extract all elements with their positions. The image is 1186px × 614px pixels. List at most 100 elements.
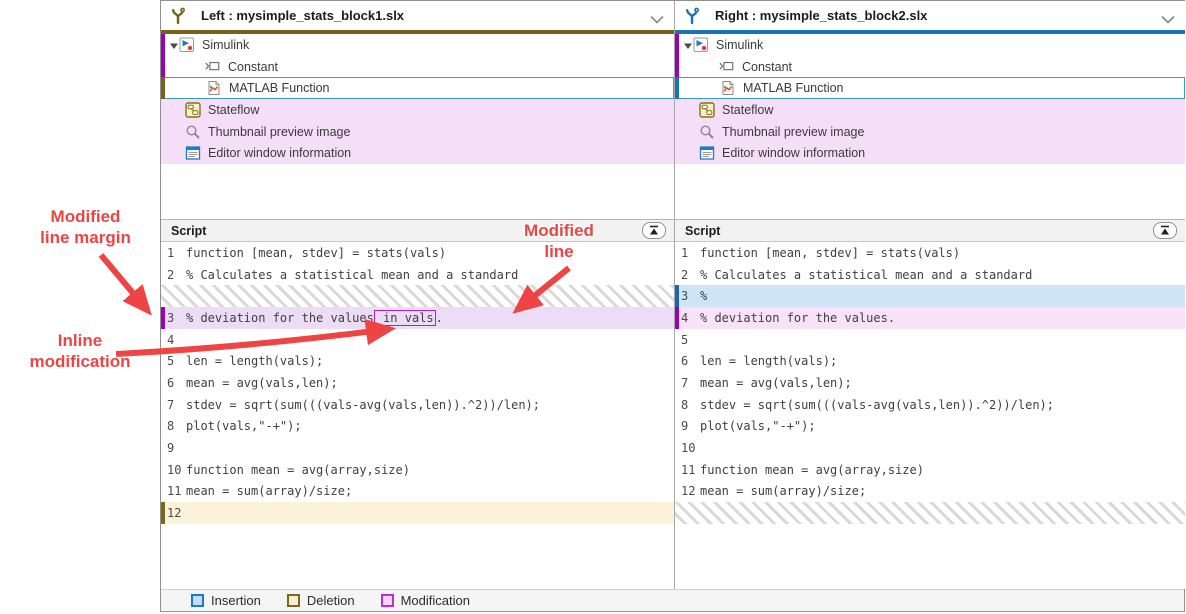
code-text: function [mean, stdev] = stats(vals) — [186, 246, 446, 260]
tree-item-label: MATLAB Function — [743, 81, 844, 95]
right-file-title: Right : mysimple_stats_block2.slx — [715, 8, 927, 23]
line-number: 5 — [167, 354, 186, 368]
annotation-text-line: line — [498, 241, 620, 262]
line-number: 1 — [167, 246, 186, 260]
tree-item-matlab-function[interactable]: MATLAB Function — [161, 77, 674, 99]
tree-item-editor-window-information[interactable]: Editor window information — [161, 142, 674, 164]
stateflow-icon — [185, 102, 201, 118]
collapse-section-button[interactable] — [1153, 222, 1177, 239]
code-line-12[interactable]: 12mean = sum(array)/size; — [675, 481, 1185, 503]
tree-item-thumbnail-preview-image[interactable]: Thumbnail preview image — [675, 121, 1185, 143]
code-line-9[interactable]: 9plot(vals,"-+"); — [675, 416, 1185, 438]
selected-item-margin — [161, 77, 165, 99]
code-line-3[interactable]: 3% deviation for the values in vals. — [161, 307, 674, 329]
magnifier-icon — [185, 124, 201, 140]
left-file-selector[interactable]: Left : mysimple_stats_block1.slx — [161, 1, 674, 30]
code-line-4[interactable]: 4% deviation for the values. — [675, 307, 1185, 329]
code-line-2[interactable]: 2% Calculates a statistical mean and a s… — [675, 264, 1185, 286]
tree-item-label: Simulink — [202, 38, 249, 52]
code-line-1[interactable]: 1function [mean, stdev] = stats(vals) — [675, 242, 1185, 264]
chevron-down-icon[interactable] — [1161, 11, 1175, 20]
code-text: plot(vals,"-+"); — [186, 419, 302, 433]
modified-line-margin — [161, 307, 165, 329]
line-number: 8 — [167, 419, 186, 433]
code-line-6[interactable]: 6len = length(vals); — [675, 350, 1185, 372]
line-number: 10 — [167, 463, 186, 477]
annotation-text-line: Modified — [8, 206, 163, 227]
line-number: 12 — [681, 484, 700, 498]
tree-item-simulink[interactable]: Simulink — [161, 34, 674, 56]
line-number: 4 — [681, 311, 700, 325]
line-number: 12 — [167, 506, 186, 520]
tree-item-label: Editor window information — [722, 146, 865, 160]
line-number: 2 — [681, 268, 700, 282]
line-number: 9 — [167, 441, 186, 455]
code-text: function mean = avg(array,size) — [186, 463, 410, 477]
tree-item-label: Stateflow — [208, 103, 259, 117]
comparison-app-window: Left : mysimple_stats_block1.slx Simulin… — [160, 0, 1185, 612]
expand-arrow-icon[interactable] — [683, 40, 693, 50]
line-number: 1 — [681, 246, 700, 260]
code-line-3[interactable]: 3% — [675, 285, 1185, 307]
tree-item-stateflow[interactable]: Stateflow — [161, 99, 674, 121]
modification-swatch-icon — [381, 594, 394, 607]
right-code-area: 1function [mean, stdev] = stats(vals)2% … — [675, 242, 1185, 524]
deletion-swatch-icon — [287, 594, 300, 607]
code-line-5[interactable]: 5len = length(vals); — [161, 350, 674, 372]
tree-item-matlab-function[interactable]: MATLAB Function — [675, 77, 1185, 99]
code-line-2[interactable]: 2% Calculates a statistical mean and a s… — [161, 264, 674, 286]
code-line-7[interactable]: 7mean = avg(vals,len); — [675, 372, 1185, 394]
tree-item-label: Constant — [228, 60, 278, 74]
code-line-10[interactable]: 10 — [675, 437, 1185, 459]
line-number: 5 — [681, 333, 700, 347]
line-number: 4 — [167, 333, 186, 347]
tree-item-label: Thumbnail preview image — [208, 125, 350, 139]
code-line-11[interactable]: 11function mean = avg(array,size) — [675, 459, 1185, 481]
tree-item-editor-window-information[interactable]: Editor window information — [675, 142, 1185, 164]
editor-window-icon — [699, 145, 715, 161]
code-line-11[interactable]: 11mean = sum(array)/size; — [161, 481, 674, 503]
code-fragment: . — [436, 311, 443, 325]
tree-item-thumbnail-preview-image[interactable]: Thumbnail preview image — [161, 121, 674, 143]
code-line-12[interactable]: 12 — [161, 502, 674, 524]
compare-fork-icon — [169, 7, 187, 25]
annotation-modified-line: Modifiedline — [498, 220, 620, 262]
code-line-4[interactable]: 4 — [161, 329, 674, 351]
stateflow-icon — [699, 102, 715, 118]
right-file-selector[interactable]: Right : mysimple_stats_block2.slx — [675, 1, 1185, 30]
right-model-tree: SimulinkConstant MATLAB Function Stateflow… — [675, 34, 1185, 164]
tree-item-constant[interactable]: Constant — [675, 56, 1185, 78]
tree-item-stateflow[interactable]: Stateflow — [675, 99, 1185, 121]
right-script-panel: Script 1function [mean, stdev] = stats(v… — [675, 219, 1185, 589]
code-line-6[interactable]: 6mean = avg(vals,len); — [161, 372, 674, 394]
code-text: stdev = sqrt(sum(((vals-avg(vals,len)).^… — [700, 398, 1054, 412]
editor-window-icon — [185, 145, 201, 161]
tree-item-label: Thumbnail preview image — [722, 125, 864, 139]
code-line-8[interactable]: 8stdev = sqrt(sum(((vals-avg(vals,len)).… — [675, 394, 1185, 416]
placeholder-row[interactable] — [675, 502, 1185, 524]
code-text: stdev = sqrt(sum(((vals-avg(vals,len)).^… — [186, 398, 540, 412]
code-line-5[interactable]: 5 — [675, 329, 1185, 351]
legend-item-modification: Modification — [381, 593, 470, 608]
code-text: mean = avg(vals,len); — [186, 376, 338, 390]
code-line-7[interactable]: 7stdev = sqrt(sum(((vals-avg(vals,len)).… — [161, 394, 674, 416]
inline-modification-box: in vals — [374, 310, 436, 326]
annotation-text-line: Inline — [0, 330, 160, 351]
collapse-section-button[interactable] — [642, 222, 666, 239]
annotation-text-line: modification — [0, 351, 160, 372]
deleted-line-margin — [161, 502, 165, 524]
placeholder-row[interactable] — [161, 285, 674, 307]
line-number: 3 — [167, 311, 186, 325]
line-number: 9 — [681, 419, 700, 433]
code-line-8[interactable]: 8plot(vals,"-+"); — [161, 416, 674, 438]
line-number: 11 — [681, 463, 700, 477]
tree-item-simulink[interactable]: Simulink — [675, 34, 1185, 56]
matlab-function-icon — [206, 80, 222, 96]
code-text: % Calculates a statistical mean and a st… — [186, 268, 518, 282]
expand-arrow-icon[interactable] — [169, 40, 179, 50]
tree-item-constant[interactable]: Constant — [161, 56, 674, 78]
code-line-10[interactable]: 10function mean = avg(array,size) — [161, 459, 674, 481]
code-line-9[interactable]: 9 — [161, 437, 674, 459]
chevron-down-icon[interactable] — [650, 11, 664, 20]
matlab-function-icon — [720, 80, 736, 96]
